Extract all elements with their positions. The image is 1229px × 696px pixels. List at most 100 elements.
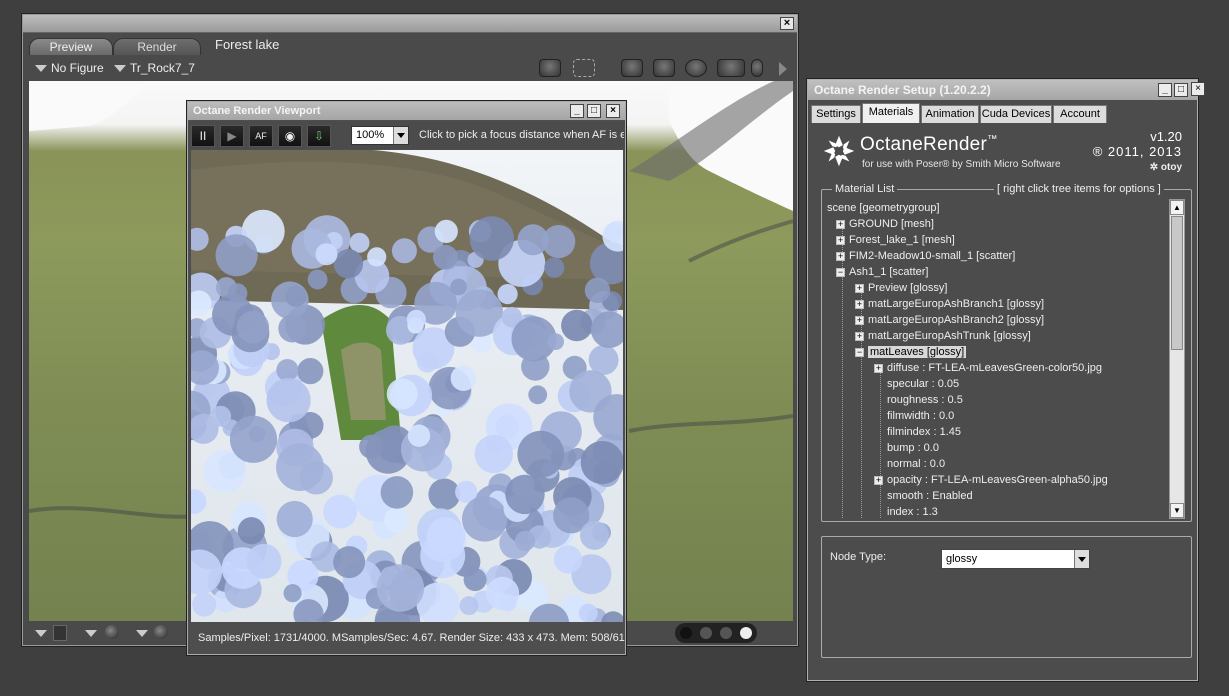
tree-item[interactable]: + Forest_lake_1 [mesh] — [836, 232, 955, 248]
tree-item-label: matLargeEuropAshBranch1 [glossy] — [868, 298, 1045, 310]
zoom-select[interactable]: 100% — [351, 126, 409, 145]
expand-icon[interactable]: + — [874, 475, 883, 485]
viewport-toolbar: II ▶ AF ◉ ⇩ 100% Click to pick a focus d… — [188, 121, 625, 149]
chevron-down-icon — [393, 127, 408, 144]
version-label: v1.20 — [1150, 129, 1182, 144]
tree-item[interactable]: scene [geometrygroup] — [827, 200, 940, 216]
rotate-icon[interactable] — [685, 59, 707, 77]
minimize-button[interactable]: _ — [1158, 83, 1172, 97]
tab-account[interactable]: Account — [1053, 105, 1107, 123]
minimize-button[interactable]: _ — [570, 104, 584, 118]
tree-item[interactable]: filmwidth : 0.0 — [874, 408, 954, 424]
camera-icon[interactable] — [539, 59, 561, 77]
expand-icon[interactable]: + — [855, 283, 864, 293]
material-tree[interactable]: scene [geometrygroup] + GROUND [mesh] + Fore… — [827, 200, 1168, 518]
expand-icon[interactable]: + — [855, 315, 864, 325]
tree-item-label: Preview [glossy] — [868, 282, 948, 294]
tree-item-label: matLargeEuropAshTrunk [glossy] — [868, 330, 1031, 342]
expand-icon[interactable]: + — [855, 299, 864, 309]
tree-item[interactable]: + opacity : FT-LEA-mLeavesGreen-alpha50.j… — [874, 472, 1108, 488]
tab-materials[interactable]: Materials — [862, 103, 920, 123]
shade-sphere-icon[interactable] — [105, 625, 119, 639]
viewport-title-bar[interactable]: Octane Render Viewport _ □ × — [188, 102, 625, 120]
page-dot[interactable] — [700, 627, 712, 639]
tree-item[interactable]: normal : 0.0 — [874, 456, 945, 472]
dropdown-arrow-icon[interactable] — [136, 630, 148, 637]
scroll-up-button[interactable]: ▲ — [1170, 200, 1184, 215]
tree-item[interactable]: + matLargeEuropAshBranch2 [glossy] — [855, 312, 1044, 328]
brand-header: OctaneRender™ for use with Poser® by Smi… — [820, 126, 1190, 182]
object-dropdown[interactable]: Tr_Rock7_7 — [114, 61, 195, 75]
save-image-button[interactable]: ⇩ — [307, 125, 331, 147]
maximize-button[interactable]: □ — [1174, 83, 1188, 97]
expand-icon[interactable]: + — [836, 235, 845, 245]
page-dots-bar — [675, 623, 757, 643]
rendered-forest-graphic — [191, 150, 623, 622]
tree-item[interactable]: index : 1.3 — [874, 504, 938, 518]
tree-item[interactable]: smooth : Enabled — [874, 488, 973, 504]
tab-settings[interactable]: Settings — [811, 105, 861, 123]
dropdown-arrow-icon[interactable] — [85, 630, 97, 637]
expand-icon[interactable]: + — [874, 363, 883, 373]
page-dot[interactable] — [720, 627, 732, 639]
scroll-thumb[interactable] — [1171, 216, 1183, 350]
tree-item[interactable]: bump : 0.0 — [874, 440, 939, 456]
pause-button[interactable]: II — [191, 125, 215, 147]
brand-name-text: OctaneRender — [860, 134, 988, 155]
tree-item[interactable]: − matLeaves [glossy] — [855, 344, 967, 360]
expand-icon[interactable]: + — [836, 219, 845, 229]
figure-circle-icon[interactable] — [621, 59, 643, 77]
camera-button[interactable]: ◉ — [278, 125, 302, 147]
texture-sphere-icon[interactable] — [154, 625, 168, 639]
autofocus-button[interactable]: AF — [249, 125, 273, 147]
poser-close-button[interactable]: × — [780, 17, 794, 30]
tree-item[interactable]: specular : 0.05 — [874, 376, 959, 392]
tab-render[interactable]: Render — [113, 38, 201, 55]
page-dot[interactable] — [740, 627, 752, 639]
play-button[interactable]: ▶ — [220, 125, 244, 147]
maximize-button[interactable]: □ — [587, 104, 601, 118]
tree-item[interactable]: roughness : 0.5 — [874, 392, 963, 408]
tree-scrollbar[interactable]: ▲ ▼ — [1169, 199, 1185, 519]
page-dot[interactable] — [680, 627, 692, 639]
trademark-mark: ™ — [987, 134, 998, 145]
node-type-value: glossy — [946, 553, 978, 565]
tree-item[interactable]: + matLargeEuropAshBranch1 [glossy] — [855, 296, 1044, 312]
close-button[interactable]: × — [606, 104, 620, 118]
tab-preview[interactable]: Preview — [29, 38, 113, 55]
light-bulb-icon[interactable] — [751, 59, 763, 77]
tab-animation[interactable]: Animation — [921, 105, 979, 123]
tree-item[interactable]: − Ash1_1 [scatter] — [836, 264, 929, 280]
setup-close-button[interactable]: × — [1191, 82, 1205, 96]
tree-item[interactable]: + FIM2-Meadow10-small_1 [scatter] — [836, 248, 1015, 264]
node-type-group: Node Type: glossy — [821, 536, 1192, 658]
expand-icon[interactable]: + — [836, 251, 845, 261]
tree-item-label: index : 1.3 — [887, 506, 938, 518]
display-style-icon[interactable] — [53, 625, 67, 641]
tree-item[interactable]: + Preview [glossy] — [855, 280, 947, 296]
otoy-logo: ✲ otoy — [1149, 162, 1182, 173]
setup-title-bar[interactable]: Octane Render Setup (1.20.2.2) _ □ — [808, 80, 1197, 100]
tab-cuda-devices[interactable]: Cuda Devices — [980, 105, 1052, 123]
tree-item[interactable]: filmindex : 1.45 — [874, 424, 961, 440]
otoy-logo-text: otoy — [1160, 162, 1182, 173]
collapse-icon[interactable]: − — [836, 267, 845, 277]
tree-item-label: matLeaves [glossy] — [868, 346, 967, 358]
render-camera-icon[interactable] — [573, 59, 595, 77]
tree-item-label: matLargeEuropAshBranch2 [glossy] — [868, 314, 1045, 326]
figure-dropdown[interactable]: No Figure — [35, 61, 104, 75]
dropdown-arrow-icon — [114, 65, 126, 73]
tree-item[interactable]: + matLargeEuropAshTrunk [glossy] — [855, 328, 1031, 344]
tree-item[interactable]: + GROUND [mesh] — [836, 216, 934, 232]
orbit-icon[interactable] — [653, 59, 675, 77]
tree-item[interactable]: + diffuse : FT-LEA-mLeavesGreen-color50.j… — [874, 360, 1102, 376]
arrow-right-icon[interactable] — [779, 62, 787, 76]
node-type-select[interactable]: glossy — [941, 549, 1090, 569]
collapse-icon[interactable]: − — [855, 347, 864, 357]
render-output-image[interactable] — [191, 150, 623, 622]
expand-icon[interactable]: + — [855, 331, 864, 341]
figure-dropdown-value: No Figure — [51, 61, 104, 75]
scroll-down-button[interactable]: ▼ — [1170, 503, 1184, 518]
move-cross-icon[interactable] — [717, 59, 745, 77]
dropdown-arrow-icon[interactable] — [35, 630, 47, 637]
